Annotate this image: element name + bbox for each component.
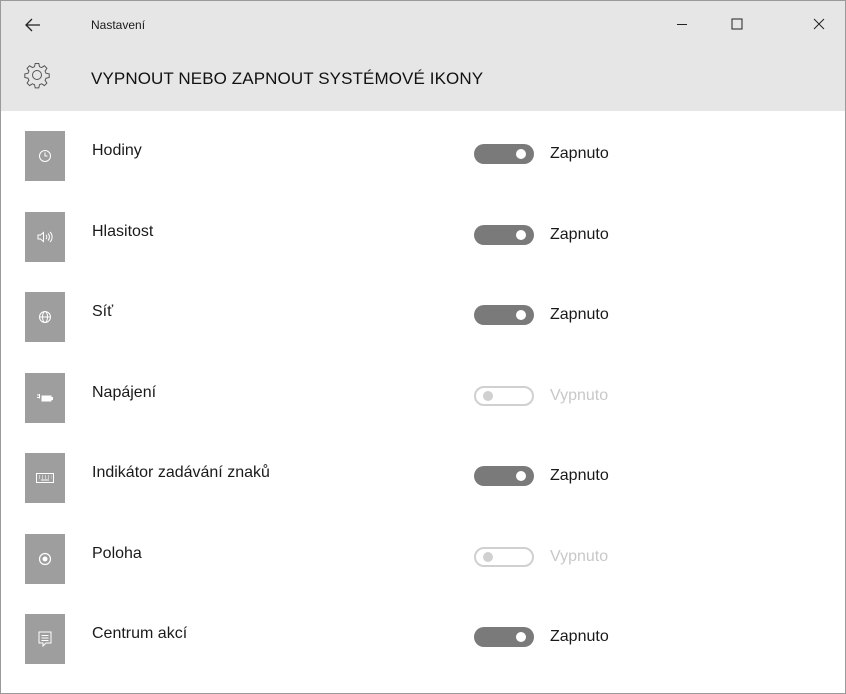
item-label: Síť [92,303,114,320]
globe-tile [25,292,65,342]
maximize-icon [731,18,743,30]
toggle-switch[interactable] [474,224,534,245]
maximize-button[interactable] [716,7,758,41]
toggle-knob [516,632,526,642]
item-label: Hodiny [92,142,142,159]
toggle-knob [483,551,493,562]
action-center-tile [25,614,65,664]
list-item-action-center: Centrum akcí Zapnuto [1,594,845,675]
minimize-button[interactable] [661,7,703,41]
close-button[interactable] [798,7,840,41]
list-item-network: Síť Zapnuto [1,272,845,353]
globe-icon [39,311,51,323]
battery-icon [37,393,53,401]
battery-tile [25,372,65,423]
toggle-state: Zapnuto [550,628,609,645]
toggle-state: Zapnuto [550,306,609,323]
list-item-power: Napájení Vypnuto [1,353,845,434]
location-tile [25,533,65,584]
toggle-state: Zapnuto [550,225,609,243]
item-label: Napájení [92,383,157,401]
speaker-icon [37,230,53,243]
back-button[interactable] [15,9,51,41]
settings-window: Nastavení VYPNOUT NEBO ZAPNOUT SYSTÉMOVÉ… [0,0,846,694]
clock-icon [39,150,51,162]
toggle-switch[interactable] [474,627,534,647]
window-title: Nastavení [91,18,146,32]
list-item-input-indicator: Indikátor zadávání znaků Zapnuto [1,433,845,514]
list-item-volume: Hlasitost Zapnuto [1,192,845,273]
list-item-clock: Hodiny Zapnuto [1,111,845,192]
close-icon [813,18,825,30]
page-header: VYPNOUT NEBO ZAPNOUT SYSTÉMOVÉ IKONY [1,47,845,111]
action-center-icon [38,631,52,647]
toggle-state: Zapnuto [550,145,609,162]
toggle-state: Zapnuto [550,467,609,484]
keyboard-icon [36,473,54,483]
speaker-tile [25,211,65,262]
gear-icon [24,63,50,89]
toggle-knob [483,390,493,401]
toggle-knob [516,471,526,481]
toggle-switch[interactable] [474,305,534,325]
location-icon [38,552,52,565]
toggle-switch[interactable] [474,385,534,406]
toggle-switch[interactable] [474,546,534,567]
back-arrow-icon [25,18,40,32]
toggle-state: Vypnuto [550,386,609,404]
page-title: VYPNOUT NEBO ZAPNOUT SYSTÉMOVÉ IKONY [91,69,484,88]
item-label: Indikátor zadávání znaků [92,464,270,481]
title-bar: Nastavení [1,1,845,47]
item-label: Poloha [92,544,142,562]
list-item-location: Poloha Vypnuto [1,514,845,595]
toggle-knob [516,310,526,320]
minimize-icon [677,24,687,25]
clock-tile [25,131,65,181]
system-icons-list: Hodiny Zapnuto Hlasitost Zapnuto Síť Zap… [1,111,845,675]
toggle-state: Vypnuto [550,547,609,565]
toggle-knob [516,229,526,240]
toggle-switch[interactable] [474,466,534,486]
toggle-switch[interactable] [474,144,534,164]
item-label: Centrum akcí [92,625,188,642]
toggle-knob [516,149,526,159]
keyboard-tile [25,453,65,503]
item-label: Hlasitost [92,222,154,240]
